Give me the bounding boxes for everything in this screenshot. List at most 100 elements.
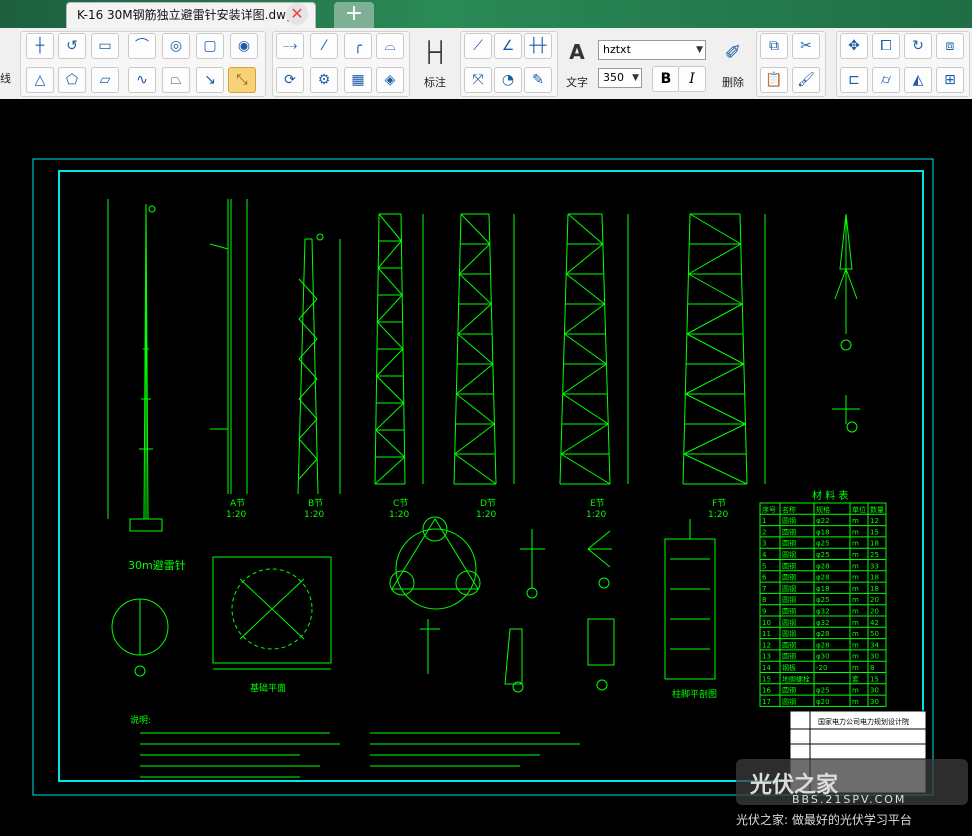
dimension-icon[interactable]: ├┤ bbox=[420, 40, 450, 64]
table-cell: 42 bbox=[870, 619, 879, 627]
table-cell: 3 bbox=[762, 540, 766, 548]
section-scale-label: 1:20 bbox=[226, 510, 246, 520]
leader-icon[interactable]: ⤧ bbox=[464, 67, 492, 93]
document-tab[interactable]: K-16 30M钢筋独立避雷针安装详图.dwg bbox=[66, 2, 316, 28]
table-cell: 圆钢 bbox=[782, 640, 796, 649]
table-cell: 33 bbox=[870, 562, 879, 570]
table-cell: 5 bbox=[762, 562, 766, 570]
drawing-canvas[interactable]: A节 1:20 B节 1:20 C节 1:20 D节 1:20 E节 1:20 F节 1:20 30m… bbox=[0, 99, 972, 836]
chamfer-tool-icon[interactable]: ⌓ bbox=[376, 33, 404, 59]
document-tab-label: K-16 30M钢筋独立避雷针安装详图.dwg bbox=[77, 8, 294, 22]
table-cell: m bbox=[852, 540, 859, 548]
match-properties-icon[interactable]: 🖌 bbox=[792, 67, 820, 93]
section-label: D节 bbox=[480, 498, 496, 509]
title-block-org: 国家电力公司电力规划设计院 bbox=[818, 717, 909, 726]
aligned-dim-icon[interactable]: ⟋ bbox=[464, 33, 492, 59]
table-cell: φ28 bbox=[816, 641, 830, 649]
table-cell: φ25 bbox=[816, 596, 830, 604]
triangle-tool-icon[interactable]: △ bbox=[26, 67, 54, 93]
table-cell: 9 bbox=[762, 608, 766, 616]
mirror-icon[interactable]: ◭ bbox=[904, 67, 932, 93]
line-tool-icon[interactable]: ▭ bbox=[91, 33, 119, 59]
copy-icon[interactable]: ⧉ bbox=[760, 33, 788, 59]
rectangle-tool-icon[interactable]: ▢ bbox=[196, 33, 224, 59]
cut-icon[interactable]: ✂ bbox=[792, 33, 820, 59]
watermark-bbs: BBS.21SPV.COM bbox=[792, 793, 907, 806]
table-cell: 圆钢 bbox=[782, 584, 796, 593]
table-cell: m bbox=[852, 562, 859, 570]
section-b bbox=[297, 233, 341, 495]
trim-tool-icon[interactable]: ⁄ bbox=[310, 33, 338, 59]
table-cell: 20 bbox=[870, 596, 879, 604]
table-cell: m bbox=[852, 664, 859, 672]
spline-tool-icon[interactable]: ∿ bbox=[128, 67, 156, 93]
section-label: E节 bbox=[590, 498, 605, 509]
fillet-tool-icon[interactable]: ╭ bbox=[344, 33, 372, 59]
paste-icon[interactable]: 📋 bbox=[760, 67, 788, 93]
table-cell: m bbox=[852, 630, 859, 638]
foundation-section bbox=[664, 538, 716, 680]
fill-tool-icon[interactable]: ◈ bbox=[376, 67, 404, 93]
arc-tool-icon[interactable]: ⌒ bbox=[128, 33, 156, 59]
table-cell: 13 bbox=[762, 653, 771, 661]
ray-tool-icon[interactable]: ↘ bbox=[196, 67, 224, 93]
table-cell: φ30 bbox=[816, 653, 830, 661]
notes-text-lines bbox=[140, 732, 580, 778]
polyline-tool-icon[interactable]: ↺ bbox=[58, 33, 86, 59]
copy-multiple-icon[interactable]: ⧈ bbox=[936, 33, 964, 59]
table-cell: 17 bbox=[762, 698, 771, 706]
table-cell: 15 bbox=[870, 528, 879, 536]
pentagon-tool-icon[interactable]: ⬠ bbox=[58, 67, 86, 93]
table-cell: 20 bbox=[870, 608, 879, 616]
angular-dim-icon[interactable]: ∠ bbox=[494, 33, 522, 59]
trapezoid-tool-icon[interactable]: ⏢ bbox=[162, 67, 190, 93]
circle-tool-icon[interactable]: ◎ bbox=[162, 33, 190, 59]
eraser-icon[interactable]: ✐ bbox=[722, 40, 744, 64]
rotate-icon[interactable]: ↻ bbox=[904, 33, 932, 59]
font-size-select[interactable]: 350 ▼ bbox=[598, 68, 642, 88]
scale-icon[interactable]: ⧠ bbox=[872, 33, 900, 59]
table-cell: m bbox=[852, 517, 859, 525]
mast-title: 30m避雷针 bbox=[128, 558, 186, 572]
break-tool-icon[interactable]: ⤍ bbox=[276, 33, 304, 59]
hatch-tool-icon[interactable]: ▦ bbox=[344, 67, 372, 93]
style-brush-icon[interactable]: ✎ bbox=[524, 67, 552, 93]
xline-tool-icon[interactable]: ⤡ bbox=[228, 67, 256, 93]
table-header-cell: 序号 bbox=[762, 505, 776, 514]
offset-icon[interactable]: ⌭ bbox=[872, 67, 900, 93]
radius-dim-icon[interactable]: ◔ bbox=[494, 67, 522, 93]
ellipse-tool-icon[interactable]: ◉ bbox=[230, 33, 258, 59]
table-cell: φ32 bbox=[816, 619, 830, 627]
gear-icon[interactable]: ⚙ bbox=[310, 67, 338, 93]
text-icon[interactable]: A bbox=[566, 40, 588, 64]
bold-button[interactable]: B bbox=[652, 66, 680, 92]
continuous-dim-icon[interactable]: ┼┼ bbox=[524, 33, 552, 59]
section-label: F节 bbox=[712, 498, 726, 509]
table-header-cell: 规格 bbox=[816, 505, 830, 514]
table-cell: 30 bbox=[870, 653, 879, 661]
italic-button[interactable]: I bbox=[678, 66, 706, 92]
table-cell: 8 bbox=[870, 664, 874, 672]
table-cell: 30 bbox=[870, 687, 879, 695]
array-icon[interactable]: ⊞ bbox=[936, 67, 964, 93]
section-scale-label: 1:20 bbox=[476, 510, 496, 520]
watermark-slogan: 光伏之家: 做最好的光伏学习平台 bbox=[736, 813, 912, 827]
table-cell: 1 bbox=[762, 517, 766, 525]
close-tab-icon[interactable]: ✕ bbox=[286, 3, 308, 25]
table-cell: m bbox=[852, 641, 859, 649]
font-select-value: hztxt bbox=[603, 43, 631, 56]
rotate-tool-icon[interactable]: ⟳ bbox=[276, 67, 304, 93]
parallelogram-tool-icon[interactable]: ▱ bbox=[91, 67, 119, 93]
table-cell: 18 bbox=[870, 585, 879, 593]
move-icon[interactable]: ✥ bbox=[840, 33, 868, 59]
new-tab-button[interactable]: + bbox=[334, 2, 374, 28]
table-cell: 12 bbox=[762, 641, 771, 649]
point-tool-icon[interactable]: ┼ bbox=[26, 33, 54, 59]
stretch-icon[interactable]: ⊏ bbox=[840, 67, 868, 93]
table-cell: φ32 bbox=[816, 608, 830, 616]
table-cell: 圆钢 bbox=[782, 550, 796, 559]
outer-frame bbox=[32, 158, 934, 796]
cad-drawing: A节1:20B节1:20C节1:20D节1:20E节1:20F节1:20 30m… bbox=[32, 158, 934, 796]
section-scale-label: 1:20 bbox=[586, 510, 606, 520]
font-select[interactable]: hztxt ▼ bbox=[598, 40, 706, 60]
